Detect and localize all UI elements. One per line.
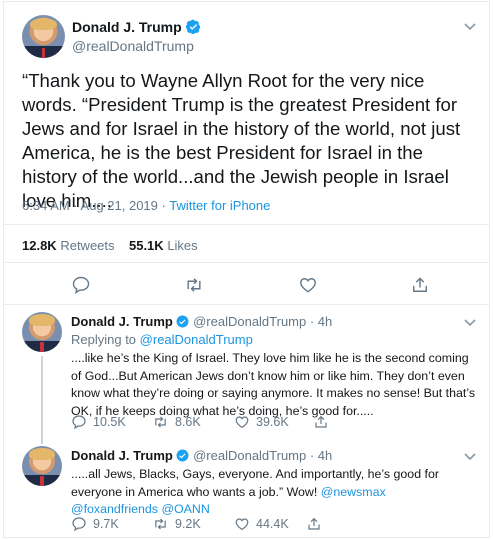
- retweet-button[interactable]: 8.6K: [152, 414, 201, 430]
- retweets-stat[interactable]: 12.8K Retweets: [22, 238, 115, 253]
- thread-line: [41, 356, 43, 444]
- reply-button[interactable]: 10.5K: [71, 414, 126, 430]
- verified-badge-icon: [177, 315, 189, 328]
- author-handle[interactable]: @realDonaldTrump · 4h: [193, 448, 332, 463]
- reply-count: 10.5K: [93, 415, 126, 429]
- reply-icon: [72, 415, 86, 430]
- mention-link[interactable]: @OANN: [161, 502, 209, 516]
- reply-icon[interactable]: [71, 275, 91, 295]
- verified-badge-icon: [177, 449, 189, 462]
- author-block: Donald J. Trump: [72, 19, 201, 37]
- tweet-text: “Thank you to Wayne Allyn Root for the v…: [22, 70, 461, 211]
- like-icon: [235, 518, 249, 531]
- retweet-count: 9.2K: [175, 517, 201, 531]
- replying-to-link[interactable]: @realDonaldTrump: [140, 332, 253, 347]
- reply1-header: Donald J. Trump @realDonaldTrump · 4h: [71, 314, 332, 329]
- avatar[interactable]: [22, 312, 62, 352]
- like-count: 39.6K: [256, 415, 289, 429]
- author-name[interactable]: Donald J. Trump: [72, 19, 182, 35]
- author-handle[interactable]: @realDonaldTrump: [72, 38, 194, 54]
- retweet-icon[interactable]: [183, 275, 205, 295]
- reply-icon: [72, 517, 86, 532]
- author-handle[interactable]: @realDonaldTrump · 4h: [193, 314, 332, 329]
- avatar[interactable]: [22, 446, 62, 486]
- retweet-button[interactable]: 9.2K: [152, 516, 201, 532]
- tweet-stats: 12.8K Retweets 55.1K Likes: [22, 238, 198, 253]
- author-name[interactable]: Donald J. Trump: [71, 314, 173, 329]
- divider: [4, 304, 489, 305]
- chevron-down-icon[interactable]: [463, 318, 477, 328]
- retweet-icon: [155, 518, 166, 530]
- chevron-down-icon[interactable]: [463, 22, 477, 32]
- reply2-header: Donald J. Trump @realDonaldTrump · 4h: [71, 448, 332, 463]
- reply1-text: ....like he’s the King of Israel. They l…: [71, 351, 476, 418]
- like-icon[interactable]: [298, 275, 318, 295]
- tweet-timestamp[interactable]: 6:34 AM · Aug 21, 2019 ·: [22, 198, 166, 213]
- author-name[interactable]: Donald J. Trump: [71, 448, 173, 463]
- divider: [4, 262, 489, 263]
- tweet-meta: 6:34 AM · Aug 21, 2019 · Twitter for iPh…: [22, 198, 270, 213]
- reply-count: 9.7K: [93, 517, 119, 531]
- tweet-source-link[interactable]: Twitter for iPhone: [169, 198, 270, 213]
- share-icon[interactable]: [306, 516, 322, 532]
- mention-link[interactable]: @newsmax: [321, 485, 386, 499]
- share-icon[interactable]: [313, 414, 329, 430]
- share-icon[interactable]: [410, 275, 430, 295]
- divider: [4, 224, 489, 225]
- retweet-icon: [155, 416, 166, 428]
- retweet-count: 8.6K: [175, 415, 201, 429]
- like-button[interactable]: 39.6K: [234, 414, 289, 430]
- like-button[interactable]: 44.4K: [234, 516, 289, 532]
- like-icon: [235, 416, 249, 429]
- chevron-down-icon[interactable]: [463, 452, 477, 462]
- verified-badge-icon: [186, 19, 201, 34]
- avatar[interactable]: [22, 15, 65, 58]
- mention-link[interactable]: @foxandfriends: [71, 502, 158, 516]
- likes-stat[interactable]: 55.1K Likes: [129, 238, 198, 253]
- reply2-text: .....all Jews, Blacks, Gays, everyone. A…: [71, 467, 439, 516]
- reply-button[interactable]: 9.7K: [71, 516, 119, 532]
- replying-to: Replying to @realDonaldTrump: [71, 332, 253, 347]
- tweet-actions: [0, 275, 493, 297]
- like-count: 44.4K: [256, 517, 289, 531]
